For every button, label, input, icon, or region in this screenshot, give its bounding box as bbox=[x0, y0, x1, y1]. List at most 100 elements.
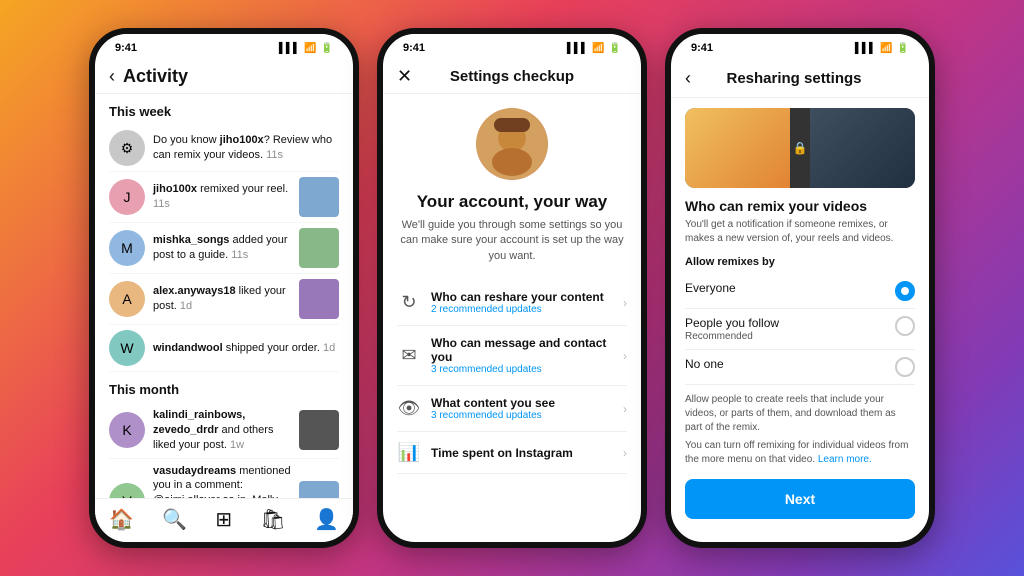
wifi-icon: 📶 bbox=[880, 43, 892, 54]
phone-settings: 9:41 ▌▌▌ 📶 🔋 ✕ Settings checkup Your acc… bbox=[377, 28, 647, 548]
home-icon[interactable]: 🏠 bbox=[109, 507, 134, 532]
resharing-title: Resharing settings bbox=[699, 70, 889, 87]
page-title: Activity bbox=[123, 66, 188, 87]
radio-option-people-follow[interactable]: People you follow Recommended bbox=[685, 309, 915, 350]
message-icon: ✉ bbox=[397, 345, 421, 366]
chevron-right-icon: › bbox=[623, 349, 627, 363]
eye-icon: 👁 bbox=[397, 398, 421, 419]
radio-button-everyone[interactable] bbox=[895, 281, 915, 301]
option-label: People you follow bbox=[685, 316, 779, 330]
radio-option-everyone[interactable]: Everyone bbox=[685, 274, 915, 309]
wifi-icon: 📶 bbox=[304, 43, 316, 54]
search-icon[interactable]: 🔍 bbox=[162, 507, 187, 532]
radio-option-no-one[interactable]: No one bbox=[685, 350, 915, 385]
back-icon[interactable]: ‹ bbox=[685, 68, 691, 89]
list-item: V vasudaydreams mentioned you in a comme… bbox=[109, 459, 339, 498]
allow-label: Allow remixes by bbox=[685, 256, 915, 268]
item-title: Time spent on Instagram bbox=[431, 446, 613, 460]
avatar: A bbox=[109, 281, 145, 317]
activity-text: Do you know jiho100x? Review who can rem… bbox=[153, 133, 339, 163]
list-item: K kalindi_rainbows, zevedo_drdr and othe… bbox=[109, 403, 339, 459]
remix-img-left bbox=[685, 108, 800, 188]
thumbnail bbox=[299, 481, 339, 498]
option-text: People you follow Recommended bbox=[685, 316, 779, 342]
settings-headline: Your account, your way bbox=[417, 192, 608, 212]
resharing-header: ‹ Resharing settings bbox=[671, 58, 929, 98]
avatar: J bbox=[109, 179, 145, 215]
thumbnail bbox=[299, 228, 339, 268]
chevron-right-icon: › bbox=[623, 446, 627, 460]
learn-more-link[interactable]: Learn more. bbox=[818, 454, 872, 465]
status-icons-3: ▌▌▌ 📶 🔋 bbox=[855, 43, 909, 54]
avatar: ⚙ bbox=[109, 130, 145, 166]
activity-text: vasudaydreams mentioned you in a comment… bbox=[153, 464, 291, 498]
resharing-screen: ‹ Resharing settings 🔒 Who can remix you… bbox=[671, 58, 929, 542]
battery-icon: 🔋 bbox=[897, 43, 909, 54]
this-week-label: This week bbox=[109, 104, 339, 119]
activity-text: kalindi_rainbows, zevedo_drdr and others… bbox=[153, 408, 291, 453]
list-item[interactable]: ↻ Who can reshare your content 2 recomme… bbox=[397, 280, 627, 326]
phone-activity: 9:41 ▌▌▌ 📶 🔋 ‹ Activity This week ⚙ Do y… bbox=[89, 28, 359, 548]
add-icon[interactable]: ⊞ bbox=[215, 507, 232, 532]
remix-notice-2: You can turn off remixing for individual… bbox=[685, 439, 915, 467]
list-item[interactable]: 📊 Time spent on Instagram › bbox=[397, 432, 627, 474]
chevron-right-icon: › bbox=[623, 296, 627, 310]
activity-screen: ‹ Activity This week ⚙ Do you know jiho1… bbox=[95, 58, 353, 542]
option-label: No one bbox=[685, 357, 724, 371]
radio-button-no-one[interactable] bbox=[895, 357, 915, 377]
status-bar-2: 9:41 ▌▌▌ 📶 🔋 bbox=[383, 34, 641, 58]
settings-screen: ✕ Settings checkup Your account, your wa… bbox=[383, 58, 641, 542]
status-icons-1: ▌▌▌ 📶 🔋 bbox=[279, 43, 333, 54]
profile-icon[interactable]: 👤 bbox=[314, 507, 339, 532]
remix-section-sub: You'll get a notification if someone rem… bbox=[685, 218, 915, 246]
remix-notice: Allow people to create reels that includ… bbox=[685, 393, 915, 435]
shop-icon[interactable]: 🛍 bbox=[260, 507, 285, 532]
checkup-text: Time spent on Instagram bbox=[431, 446, 613, 460]
time-1: 9:41 bbox=[115, 42, 137, 54]
remix-section-title: Who can remix your videos bbox=[685, 198, 915, 214]
phone-resharing: 9:41 ▌▌▌ 📶 🔋 ‹ Resharing settings 🔒 Who … bbox=[665, 28, 935, 548]
radio-button-follow[interactable] bbox=[895, 316, 915, 336]
list-item: A alex.anyways18 liked your post. 1d bbox=[109, 274, 339, 325]
avatar: M bbox=[109, 230, 145, 266]
close-icon[interactable]: ✕ bbox=[397, 66, 412, 87]
this-month-label: This month bbox=[109, 382, 339, 397]
lock-icon: 🔒 bbox=[793, 141, 808, 155]
list-item: ⚙ Do you know jiho100x? Review who can r… bbox=[109, 125, 339, 172]
activity-text: mishka_songs added your post to a guide.… bbox=[153, 233, 291, 263]
activity-body: This week ⚙ Do you know jiho100x? Review… bbox=[95, 94, 353, 498]
thumbnail bbox=[299, 177, 339, 217]
list-item[interactable]: ✉ Who can message and contact you 3 reco… bbox=[397, 326, 627, 386]
bottom-nav: 🏠 🔍 ⊞ 🛍 👤 bbox=[95, 498, 353, 542]
back-icon[interactable]: ‹ bbox=[109, 66, 115, 87]
activity-text: windandwool shipped your order. 1d bbox=[153, 341, 339, 356]
avatar: W bbox=[109, 330, 145, 366]
avatar: V bbox=[109, 483, 145, 498]
item-title: Who can reshare your content bbox=[431, 290, 613, 304]
remix-divider: 🔒 bbox=[790, 108, 810, 188]
list-item: J jiho100x remixed your reel. 11s bbox=[109, 172, 339, 223]
time-2: 9:41 bbox=[403, 42, 425, 54]
list-item[interactable]: 👁 What content you see 3 recommended upd… bbox=[397, 386, 627, 432]
activity-text: jiho100x remixed your reel. 11s bbox=[153, 182, 291, 212]
thumbnail bbox=[299, 279, 339, 319]
next-button[interactable]: Next bbox=[685, 479, 915, 519]
signal-icon: ▌▌▌ bbox=[855, 43, 876, 54]
status-bar-1: 9:41 ▌▌▌ 📶 🔋 bbox=[95, 34, 353, 58]
option-label: Everyone bbox=[685, 281, 736, 295]
battery-icon: 🔋 bbox=[321, 43, 333, 54]
reshare-icon: ↻ bbox=[397, 292, 421, 313]
resharing-body: 🔒 Who can remix your videos You'll get a… bbox=[671, 98, 929, 542]
time-3: 9:41 bbox=[691, 42, 713, 54]
settings-sub: We'll guide you through some settings so… bbox=[397, 218, 627, 264]
battery-icon: 🔋 bbox=[609, 43, 621, 54]
item-sub: 3 recommended updates bbox=[431, 364, 613, 375]
remix-image: 🔒 bbox=[685, 108, 915, 188]
signal-icon: ▌▌▌ bbox=[279, 43, 300, 54]
checkup-text: What content you see 3 recommended updat… bbox=[431, 396, 613, 421]
checkup-text: Who can message and contact you 3 recomm… bbox=[431, 336, 613, 375]
checkup-text: Who can reshare your content 2 recommend… bbox=[431, 290, 613, 315]
profile-image bbox=[476, 108, 548, 180]
wifi-icon: 📶 bbox=[592, 43, 604, 54]
status-icons-2: ▌▌▌ 📶 🔋 bbox=[567, 43, 621, 54]
